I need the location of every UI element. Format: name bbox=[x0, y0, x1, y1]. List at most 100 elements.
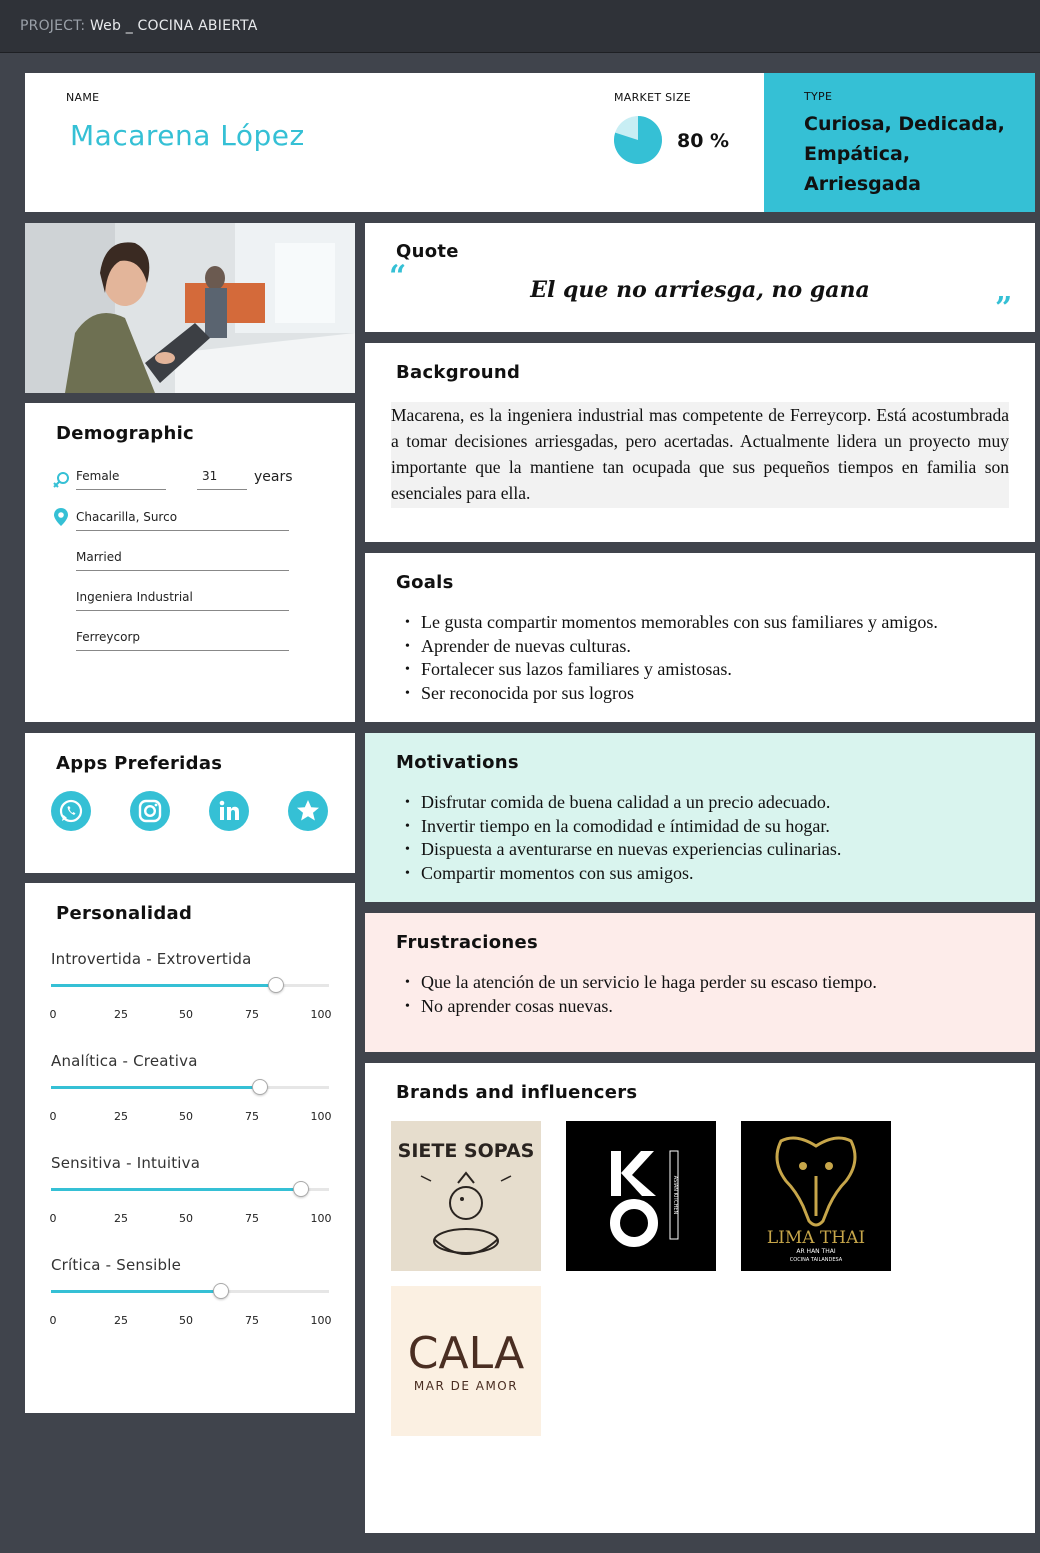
persona-header: NAME Macarena López MARKET SIZE 80 % TYP… bbox=[25, 73, 1035, 212]
slider-ticks: 0 25 50 75 100 bbox=[49, 1110, 332, 1124]
slider-tick-label: 25 bbox=[114, 1008, 128, 1021]
profession-field: Ingeniera Industrial bbox=[76, 590, 289, 611]
siete-sopas-text: SIETE SOPAS bbox=[398, 1140, 535, 1162]
market-size-value: 80 % bbox=[677, 130, 730, 152]
slider-fill bbox=[51, 1188, 302, 1191]
personality-slider[interactable]: Crítica - Sensible 0 25 50 75 100 bbox=[50, 1256, 332, 1346]
frustrations-card: Frustraciones Que la atención de un serv… bbox=[365, 913, 1035, 1052]
frustrations-title: Frustraciones bbox=[396, 932, 539, 953]
ko-side-text: ASIAN KITCHEN bbox=[672, 1176, 678, 1215]
brands-title: Brands and influencers bbox=[396, 1082, 638, 1103]
slider-tick-label: 75 bbox=[245, 1110, 259, 1123]
personality-slider[interactable]: Sensitiva - Intuitiva 0 25 50 75 100 bbox=[49, 1154, 332, 1244]
list-item: Compartir momentos con sus amigos. bbox=[405, 862, 841, 886]
lima-thai-logo: LIMA THAI AR HAN THAI COCINA TAILANDESA bbox=[741, 1121, 891, 1271]
personality-slider[interactable]: Analítica - Creativa 0 25 50 75 100 bbox=[49, 1052, 332, 1142]
slider-thumb[interactable] bbox=[212, 1283, 229, 1299]
demographic-title: Demographic bbox=[56, 423, 195, 444]
company-field: Ferreycorp bbox=[76, 630, 289, 651]
apps-title: Apps Preferidas bbox=[56, 753, 223, 774]
cala-text: CALA bbox=[408, 1328, 524, 1379]
gender-field: Female bbox=[76, 469, 166, 490]
slider-tick-label: 25 bbox=[114, 1314, 128, 1327]
slider-tick-label: 0 bbox=[49, 1110, 57, 1123]
star-icon[interactable] bbox=[288, 791, 328, 831]
slider-ticks: 0 25 50 75 100 bbox=[49, 1212, 332, 1226]
project-title: PROJECT: Web _ COCINA ABIERTA bbox=[20, 18, 257, 34]
lima-thai-tagline: COCINA TAILANDESA bbox=[790, 1257, 843, 1263]
list-item: Invertir tiempo en la comodidad e íntimi… bbox=[405, 815, 841, 839]
list-item: No aprender cosas nuevas. bbox=[405, 995, 877, 1019]
persona-photo bbox=[25, 223, 355, 393]
slider-tick-label: 100 bbox=[310, 1110, 332, 1123]
persona-name: Macarena López bbox=[70, 119, 305, 152]
slider-track[interactable] bbox=[51, 1181, 329, 1197]
brands-card: Brands and influencers SIETE SOPAS ASIAN… bbox=[365, 1063, 1035, 1533]
slider-tick-label: 100 bbox=[310, 1008, 332, 1021]
linkedin-icon[interactable] bbox=[209, 791, 249, 831]
personality-title: Personalidad bbox=[56, 903, 193, 924]
photo-illustration bbox=[25, 223, 355, 393]
background-text: Macarena, es la ingeniera industrial mas… bbox=[391, 402, 1009, 508]
lima-thai-text: LIMA THAI bbox=[767, 1228, 865, 1248]
location-field: Chacarilla, Surco bbox=[76, 510, 289, 531]
goals-title: Goals bbox=[396, 572, 454, 593]
slider-tick-label: 75 bbox=[245, 1314, 259, 1327]
slider-tick-label: 0 bbox=[49, 1008, 57, 1021]
slider-track[interactable] bbox=[51, 977, 329, 993]
type-value: Curiosa, Dedicada, Empática, Arriesgada bbox=[804, 113, 1005, 195]
slider-label: Analítica - Creativa bbox=[51, 1052, 198, 1070]
slider-label: Crítica - Sensible bbox=[51, 1256, 182, 1274]
slider-thumb[interactable] bbox=[268, 977, 285, 993]
slider-track[interactable] bbox=[51, 1283, 329, 1299]
slider-fill bbox=[51, 1086, 260, 1089]
list-item: Que la atención de un servicio le haga p… bbox=[405, 971, 877, 995]
close-quote-mark: ” bbox=[995, 291, 1013, 326]
slider-label: Introvertida - Extrovertida bbox=[51, 950, 252, 968]
type-label: TYPE bbox=[804, 90, 833, 103]
quote-text: El que no arriesga, no gana bbox=[530, 277, 870, 303]
list-item: Ser reconocida por sus logros bbox=[405, 682, 938, 706]
age-unit: years bbox=[254, 469, 293, 485]
goals-list: Le gusta compartir momentos memorables c… bbox=[405, 611, 938, 706]
slider-thumb[interactable] bbox=[251, 1079, 268, 1095]
name-label: NAME bbox=[66, 91, 100, 104]
slider-tick-label: 100 bbox=[310, 1212, 332, 1225]
project-prefix: PROJECT: bbox=[20, 18, 86, 34]
type-box: TYPE Curiosa, Dedicada, Empática, Arries… bbox=[764, 73, 1035, 212]
slider-track[interactable] bbox=[51, 1079, 329, 1095]
slider-tick-label: 75 bbox=[245, 1212, 259, 1225]
list-item: Le gusta compartir momentos memorables c… bbox=[405, 611, 938, 635]
marital-status-field: Married bbox=[76, 550, 289, 571]
demographic-card: Demographic Female 31 years Chacarilla, … bbox=[25, 403, 355, 722]
frustrations-list: Que la atención de un servicio le haga p… bbox=[405, 971, 877, 1019]
slider-fill bbox=[51, 984, 277, 987]
slider-tick-label: 50 bbox=[179, 1212, 193, 1225]
motivations-card: Motivations Disfrutar comida de buena ca… bbox=[365, 733, 1035, 902]
slider-label: Sensitiva - Intuitiva bbox=[51, 1154, 201, 1172]
siete-sopas-logo: SIETE SOPAS bbox=[391, 1121, 541, 1271]
list-item: Disfrutar comida de buena calidad a un p… bbox=[405, 791, 841, 815]
list-item: Fortalecer sus lazos familiares y amisto… bbox=[405, 658, 938, 682]
ko-logo: ASIAN KITCHEN bbox=[566, 1121, 716, 1271]
whatsapp-icon[interactable] bbox=[51, 791, 91, 831]
personality-slider[interactable]: Introvertida - Extrovertida 0 25 50 75 100 bbox=[49, 950, 332, 1040]
apps-card: Apps Preferidas bbox=[25, 733, 355, 873]
goals-card: Goals Le gusta compartir momentos memora… bbox=[365, 553, 1035, 722]
market-size-label: MARKET SIZE bbox=[614, 91, 692, 104]
cala-subtitle: MAR DE AMOR bbox=[414, 1379, 518, 1393]
slider-tick-label: 25 bbox=[114, 1212, 128, 1225]
location-pin-icon bbox=[54, 508, 68, 526]
personality-card: Personalidad Introvertida - Extrovertida… bbox=[25, 883, 355, 1413]
slider-ticks: 0 25 50 75 100 bbox=[50, 1314, 332, 1328]
lima-thai-subtitle: AR HAN THAI bbox=[796, 1248, 835, 1255]
project-bar: PROJECT: Web _ COCINA ABIERTA bbox=[0, 0, 1040, 53]
market-size-pie bbox=[614, 116, 662, 164]
slider-tick-label: 100 bbox=[310, 1314, 332, 1327]
slider-ticks: 0 25 50 75 100 bbox=[49, 1008, 332, 1022]
slider-thumb[interactable] bbox=[293, 1181, 310, 1197]
list-item: Dispuesta a aventurarse en nuevas experi… bbox=[405, 838, 841, 862]
slider-tick-label: 0 bbox=[49, 1212, 57, 1225]
slider-tick-label: 50 bbox=[179, 1314, 193, 1327]
instagram-icon[interactable] bbox=[130, 791, 170, 831]
